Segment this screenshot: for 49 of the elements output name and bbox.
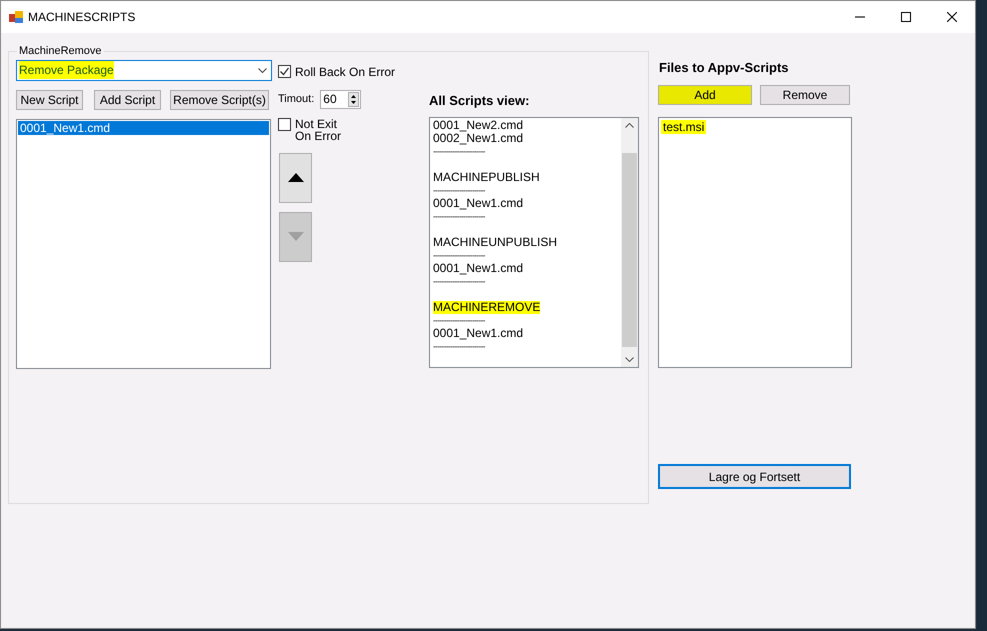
- save-continue-button[interactable]: Lagre og Fortsett: [658, 464, 851, 489]
- remove-scripts-button[interactable]: Remove Script(s): [170, 90, 269, 110]
- separator-text: ------------------------: [433, 250, 486, 262]
- file-list-item[interactable]: test.msi: [661, 120, 706, 134]
- window-title: MACHINESCRIPTS: [28, 9, 136, 26]
- separator-text: ------------------------: [433, 184, 486, 196]
- script-line: 0002_New1.cmd: [433, 132, 524, 144]
- new-script-button[interactable]: New Script: [16, 90, 83, 110]
- files-heading: Files to Appv-Scripts: [659, 60, 790, 76]
- roll-back-checkbox[interactable]: [278, 65, 291, 78]
- script-line: MACHINEPUBLISH: [433, 170, 541, 184]
- separator-text: ------------------------: [433, 146, 486, 158]
- dropdown-value: Remove Package: [19, 61, 114, 79]
- script-line: 0001_New1.cmd: [433, 196, 524, 210]
- close-icon: [947, 12, 957, 22]
- not-exit-checkbox[interactable]: [278, 118, 291, 130]
- script-line: MACHINEUNPUBLISH: [433, 236, 558, 248]
- add-file-button[interactable]: Add: [658, 85, 752, 105]
- file-list[interactable]: test.msi: [658, 117, 852, 368]
- move-up-button[interactable]: [279, 152, 312, 202]
- group-title: MachineRemove: [18, 44, 103, 59]
- separator-text: ------------------------: [433, 314, 486, 326]
- timeout-spinner[interactable]: 60: [320, 90, 362, 108]
- down-triangle-icon: [286, 231, 306, 242]
- checkmark-icon: [279, 66, 290, 77]
- separator-text: ------------------------: [433, 210, 486, 222]
- separator-text: ------------------------: [433, 276, 486, 288]
- spinner-arrows-icon: [348, 92, 360, 106]
- up-triangle-icon: [286, 172, 306, 183]
- script-line: 0001_New2.cmd: [433, 118, 524, 132]
- script-list-item[interactable]: 0001_New1.cmd: [18, 120, 269, 134]
- maximize-icon: [901, 12, 911, 22]
- roll-back-label: Roll Back On Error: [295, 64, 396, 80]
- scrollbar-thumb[interactable]: [622, 152, 637, 346]
- script-list[interactable]: 0001_New1.cmd: [16, 118, 271, 368]
- separator-text: ------------------------: [433, 340, 486, 352]
- chevron-down-icon: [258, 68, 267, 72]
- app-icon: [9, 10, 23, 24]
- timeout-label: Timout:: [278, 92, 314, 107]
- not-exit-label: Not Exit On Error: [295, 118, 342, 142]
- scroll-up-icon: [625, 122, 634, 128]
- scrollbar[interactable]: [621, 118, 638, 366]
- package-dropdown[interactable]: Remove Package: [16, 60, 272, 80]
- script-line: 0001_New1.cmd: [433, 262, 524, 274]
- all-scripts-heading: All Scripts view:: [429, 92, 530, 108]
- scroll-down-icon: [625, 356, 634, 362]
- remove-file-button[interactable]: Remove: [760, 85, 850, 105]
- add-script-button[interactable]: Add Script: [94, 90, 161, 110]
- script-line: 0001_New1.cmd: [433, 326, 524, 340]
